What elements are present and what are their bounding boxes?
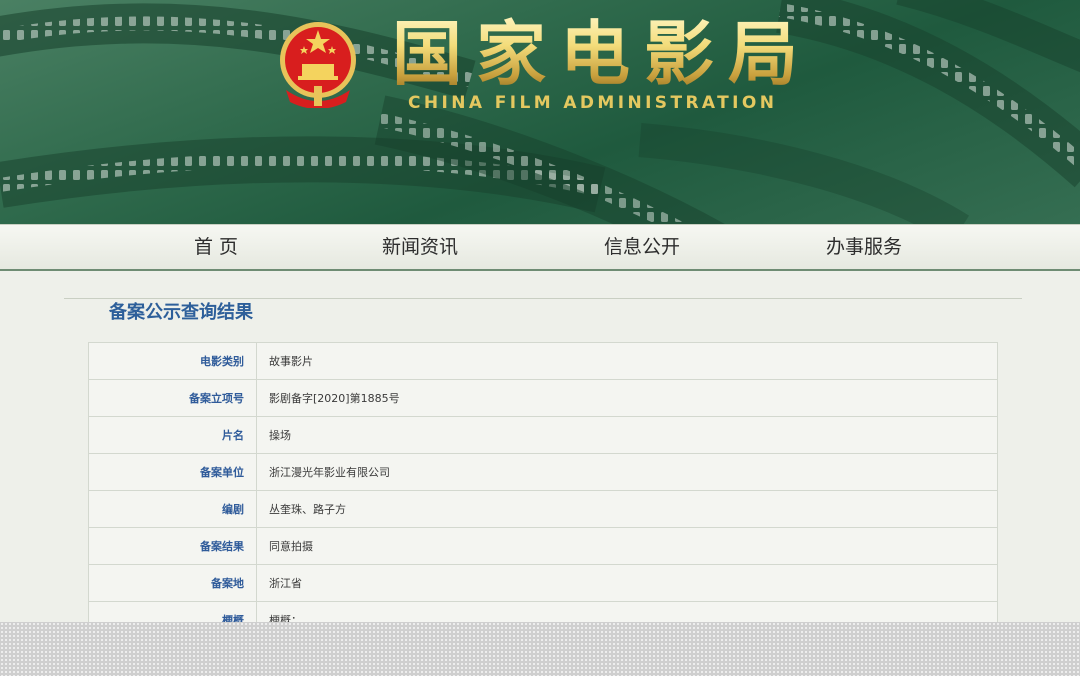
table-row: 片名 操场 xyxy=(88,416,998,454)
table-row: 备案单位 浙江漫光年影业有限公司 xyxy=(88,453,998,491)
table-row: 备案结果 同意拍摄 xyxy=(88,527,998,565)
logo-chinese-text: 国家电影局 xyxy=(392,12,812,95)
field-value: 浙江漫光年影业有限公司 xyxy=(256,453,998,491)
table-row: 备案立项号 影剧备字[2020]第1885号 xyxy=(88,379,998,417)
nav-item-services[interactable]: 办事服务 xyxy=(784,225,944,269)
dotted-overlay xyxy=(0,622,1080,676)
field-label: 备案结果 xyxy=(88,527,257,565)
nav-item-news[interactable]: 新闻资讯 xyxy=(340,225,500,269)
header-banner: 国家电影局 CHINA FILM ADMINISTRATION xyxy=(0,0,1080,224)
field-value: 故事影片 xyxy=(256,342,998,380)
logo-english-text: CHINA FILM ADMINISTRATION xyxy=(408,93,778,113)
filing-record-table: 电影类别 故事影片 备案立项号 影剧备字[2020]第1885号 片名 操场 备… xyxy=(88,342,998,639)
field-label: 备案立项号 xyxy=(88,379,257,417)
nav-item-info-disclosure[interactable]: 信息公开 xyxy=(562,225,722,269)
field-value: 同意拍摄 xyxy=(256,527,998,565)
field-value: 丛奎珠、路子方 xyxy=(256,490,998,528)
field-label: 片名 xyxy=(88,416,257,454)
national-emblem-icon xyxy=(280,22,356,108)
field-label: 备案单位 xyxy=(88,453,257,491)
field-value: 操场 xyxy=(256,416,998,454)
field-label: 备案地 xyxy=(88,564,257,602)
field-label: 电影类别 xyxy=(88,342,257,380)
main-nav: 首 页 新闻资讯 信息公开 办事服务 xyxy=(0,224,1080,272)
content-area: 备案公示查询结果 电影类别 故事影片 备案立项号 影剧备字[2020]第1885… xyxy=(0,271,1080,676)
field-value: 影剧备字[2020]第1885号 xyxy=(256,379,998,417)
table-row: 备案地 浙江省 xyxy=(88,564,998,602)
field-label: 编剧 xyxy=(88,490,257,528)
nav-item-home[interactable]: 首 页 xyxy=(136,225,296,269)
page-title: 备案公示查询结果 xyxy=(109,302,253,323)
field-value: 浙江省 xyxy=(256,564,998,602)
table-row: 电影类别 故事影片 xyxy=(88,342,998,380)
table-row: 编剧 丛奎珠、路子方 xyxy=(88,490,998,528)
